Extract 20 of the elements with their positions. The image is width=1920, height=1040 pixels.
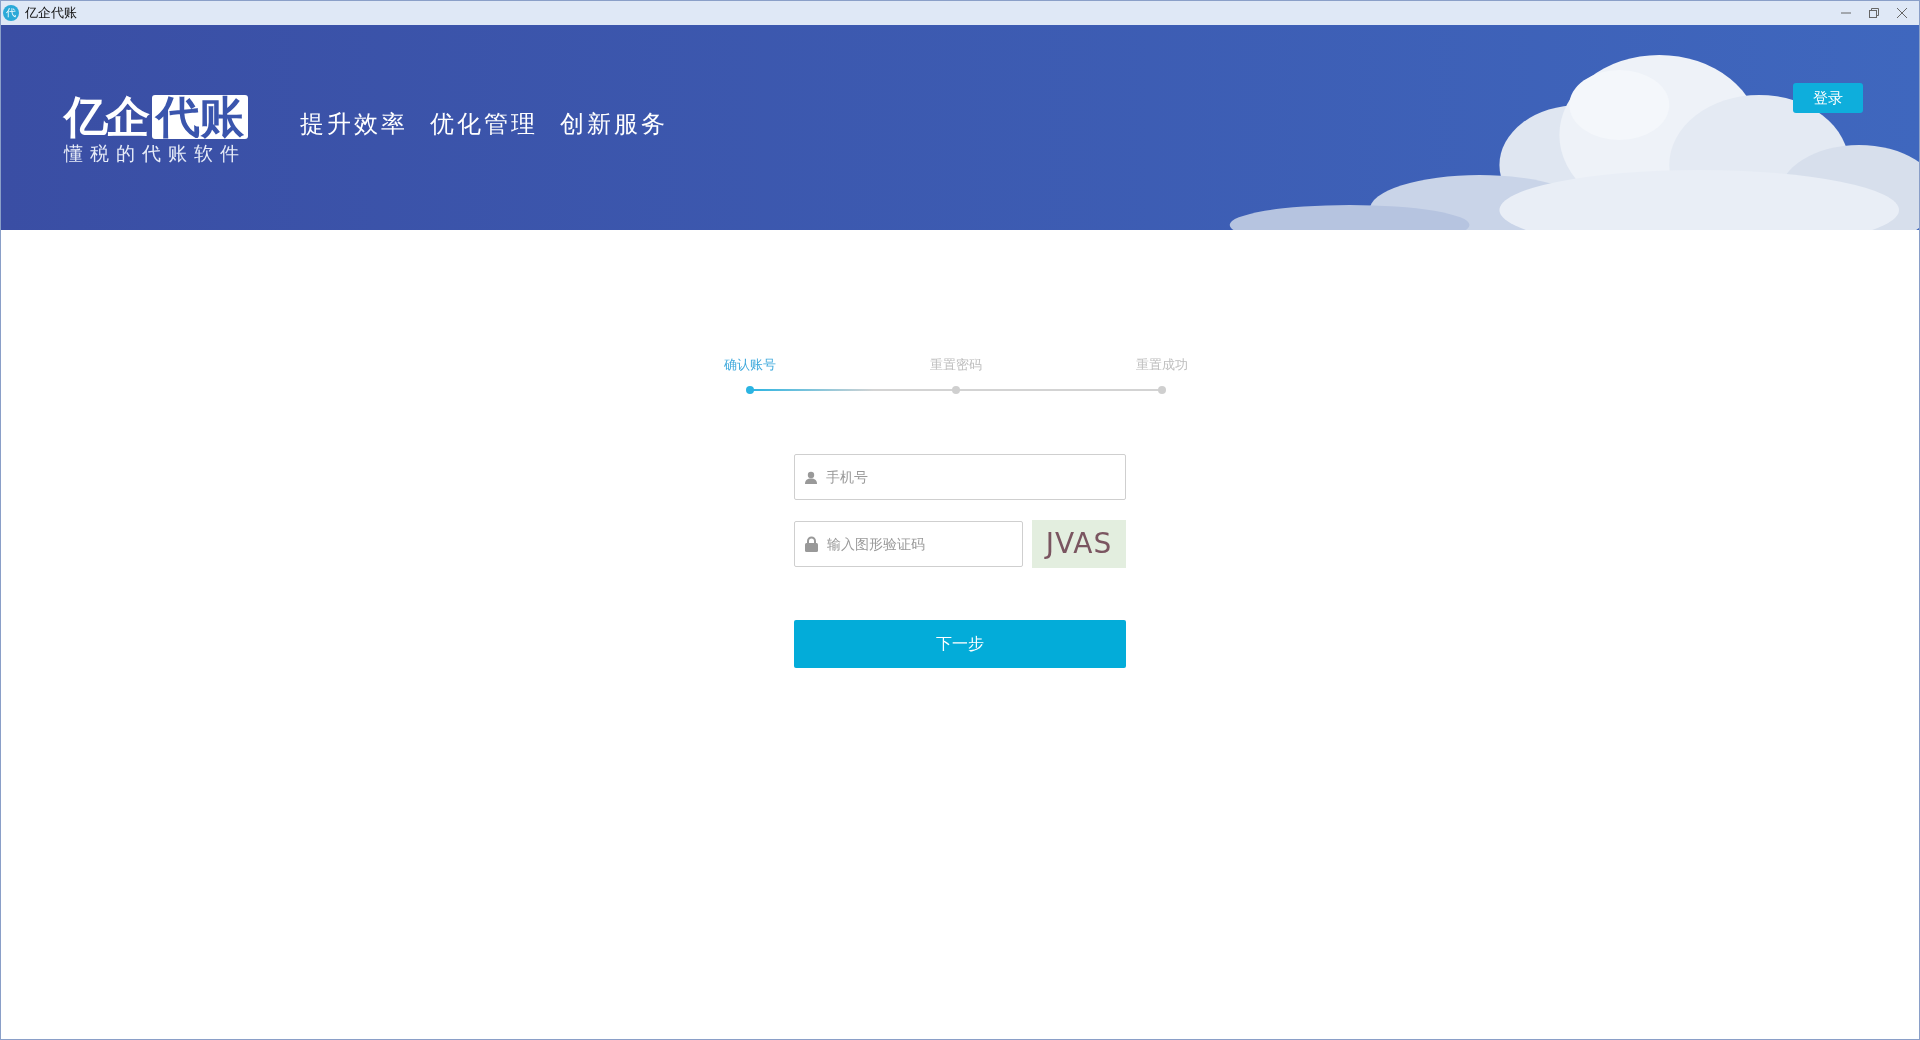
step-label: 重置成功 xyxy=(1136,356,1188,374)
restore-icon xyxy=(1868,7,1880,19)
window-title: 亿企代账 xyxy=(25,4,78,22)
login-button[interactable]: 登录 xyxy=(1793,83,1863,113)
logo-text: 亿企 xyxy=(64,95,148,139)
step-label: 确认账号 xyxy=(724,356,776,374)
slogan: 提升效率 xyxy=(300,109,408,140)
next-button[interactable]: 下一步 xyxy=(794,620,1126,668)
slogan: 创新服务 xyxy=(560,109,668,140)
step-label: 重置密码 xyxy=(930,356,982,374)
captcha-field[interactable]: 输入图形验证码 xyxy=(794,521,1023,567)
lock-icon xyxy=(805,536,818,552)
app-icon: 代 xyxy=(3,5,19,21)
user-icon xyxy=(805,470,817,484)
logo-badge: 代账 xyxy=(152,95,248,139)
phone-field[interactable]: 手机号 xyxy=(794,454,1126,500)
slogan: 优化管理 xyxy=(430,109,538,140)
close-icon xyxy=(1896,7,1908,19)
logo-tagline: 懂税的代账软件 xyxy=(64,141,247,166)
captcha-image[interactable]: JVAS xyxy=(1032,520,1126,568)
